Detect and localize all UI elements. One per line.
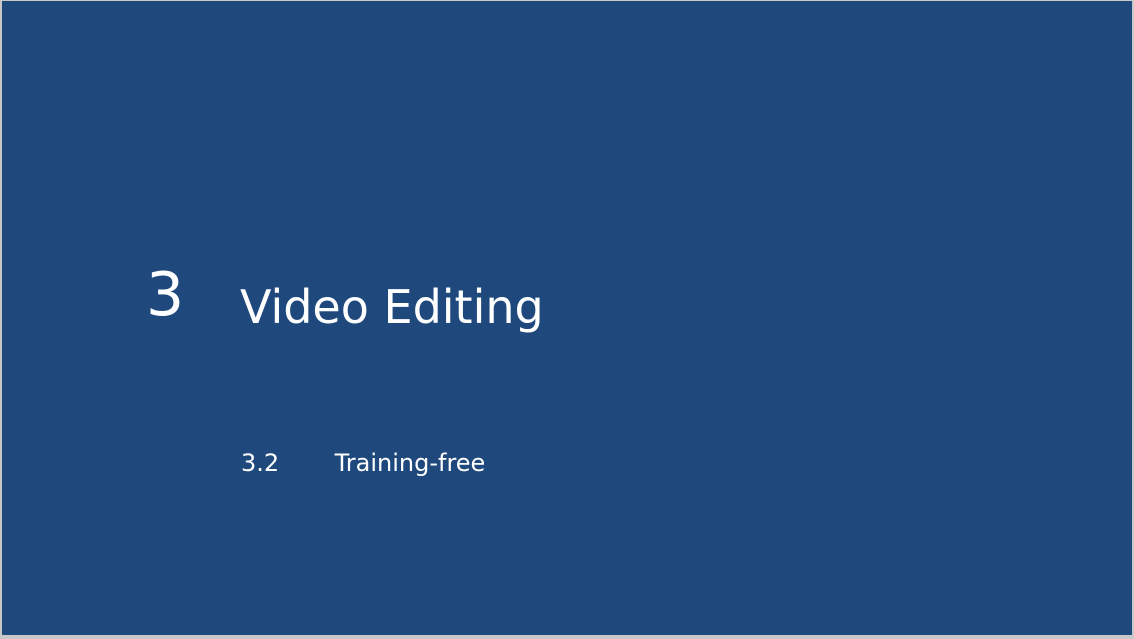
subsection-number: 3.2	[241, 449, 280, 477]
section-title: Video Editing	[240, 280, 544, 334]
section-slide: 3 Video Editing 3.2 Training-free	[2, 1, 1132, 635]
subsection-entry: 3.2 Training-free	[241, 451, 485, 475]
presentation-viewport: 3 Video Editing 3.2 Training-free	[0, 0, 1134, 639]
subsection-title: Training-free	[334, 449, 486, 477]
window-bottom-edge	[0, 635, 1134, 639]
section-number: 3	[146, 260, 185, 330]
